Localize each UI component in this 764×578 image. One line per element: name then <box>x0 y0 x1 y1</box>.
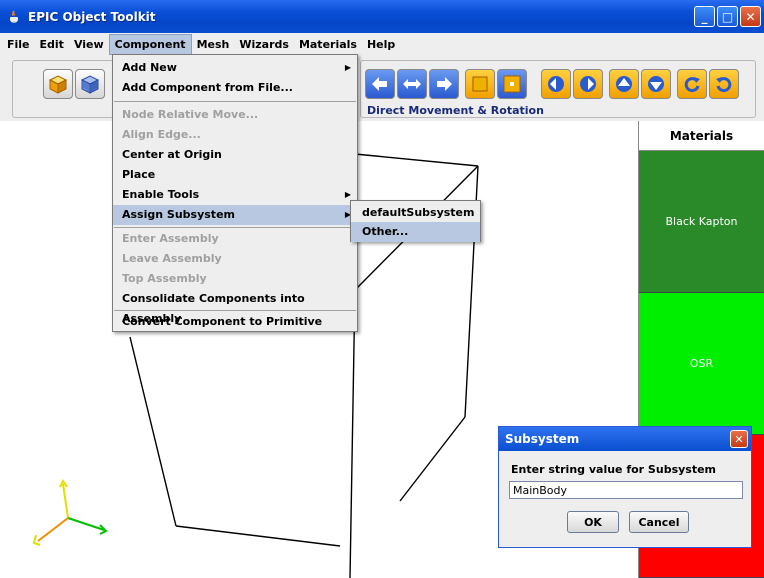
axis-gizmo <box>32 479 108 546</box>
arrow-both-icon <box>403 79 421 89</box>
move-horizontal-button[interactable] <box>397 69 427 99</box>
scale-down-button[interactable] <box>497 69 527 99</box>
menu-item-add-new[interactable]: Add New ▶ <box>113 58 357 78</box>
move-right-button[interactable] <box>429 69 459 99</box>
arrow-right-icon <box>437 77 452 91</box>
menu-item-add-component-from-file[interactable]: Add Component from File... <box>113 78 357 98</box>
material-osr[interactable]: OSR <box>639 293 764 435</box>
submenu-arrow-icon: ▶ <box>344 63 351 72</box>
menu-item-center-at-origin[interactable]: Center at Origin <box>113 145 357 165</box>
menu-item-align-edge[interactable]: Align Edge... <box>113 125 357 145</box>
dialog-prompt: Enter string value for Subsystem <box>511 463 717 476</box>
solid-view-button[interactable] <box>43 69 73 99</box>
arrow-left-icon <box>372 77 387 91</box>
cancel-button[interactable]: Cancel <box>629 511 689 533</box>
rotate-left-icon <box>548 76 564 92</box>
rotate-cw-button[interactable] <box>709 69 739 99</box>
view-mode-toolbar-group <box>12 60 122 118</box>
material-label: OSR <box>689 357 714 370</box>
menu-help[interactable]: Help <box>362 35 400 54</box>
close-button[interactable]: ✕ <box>740 6 761 27</box>
materials-header: Materials <box>639 121 764 151</box>
menu-item-convert-to-primitive[interactable]: Convert Component to Primitive <box>113 312 357 332</box>
rotate-right-icon <box>580 76 596 92</box>
rotate-x-pos-button[interactable] <box>573 69 603 99</box>
menu-item-enable-tools[interactable]: Enable Tools ▶ <box>113 185 357 205</box>
rotate-ccw-button[interactable] <box>677 69 707 99</box>
subsystem-dialog: Subsystem ✕ Enter string value for Subsy… <box>498 426 752 548</box>
direct-movement-label: Direct Movement & Rotation <box>367 104 544 117</box>
dialog-titlebar[interactable]: Subsystem ✕ <box>499 427 751 451</box>
rotate-x-neg-button[interactable] <box>541 69 571 99</box>
rotate-y-pos-button[interactable] <box>641 69 671 99</box>
dialog-title: Subsystem <box>505 432 580 446</box>
scale-up-button[interactable] <box>465 69 495 99</box>
rotate-ccw-icon <box>684 77 700 93</box>
menu-item-consolidate-components[interactable]: Consolidate Components into Assembly <box>113 289 357 325</box>
maximize-button[interactable]: □ <box>717 6 738 27</box>
java-app-icon <box>10 10 18 23</box>
wireframe-view-button[interactable] <box>75 69 105 99</box>
minimize-button[interactable]: _ <box>694 6 715 27</box>
menu-separator <box>114 101 356 102</box>
solid-cube-icon <box>48 75 68 94</box>
menu-file[interactable]: File <box>2 35 35 54</box>
menu-bar: File Edit View Component Mesh Wizards Ma… <box>0 33 764 55</box>
menu-wizards[interactable]: Wizards <box>234 35 294 54</box>
wireframe-cube-icon <box>80 75 100 94</box>
rotate-up-icon <box>616 76 632 92</box>
material-black-kapton[interactable]: Black Kapton <box>639 151 764 293</box>
menu-item-leave-assembly[interactable]: Leave Assembly <box>113 249 357 269</box>
ok-button[interactable]: OK <box>567 511 619 533</box>
menu-component[interactable]: Component <box>108 33 192 55</box>
submenu-item-other[interactable]: Other... <box>351 222 480 242</box>
menu-materials[interactable]: Materials <box>294 35 362 54</box>
menu-item-place[interactable]: Place <box>113 165 357 185</box>
rotate-down-icon <box>648 76 664 92</box>
menu-separator <box>114 310 356 311</box>
menu-item-assign-subsystem[interactable]: Assign Subsystem ▶ <box>113 205 357 225</box>
submenu-item-default-subsystem[interactable]: defaultSubsystem <box>351 203 480 223</box>
menu-separator <box>114 227 356 228</box>
menu-item-top-assembly[interactable]: Top Assembly <box>113 269 357 289</box>
rotate-cw-icon <box>716 77 732 93</box>
rotate-y-neg-button[interactable] <box>609 69 639 99</box>
menu-view[interactable]: View <box>69 35 109 54</box>
material-label: Black Kapton <box>665 215 738 228</box>
window-title: EPIC Object Toolkit <box>28 9 156 24</box>
close-icon: ✕ <box>734 432 744 446</box>
move-left-button[interactable] <box>365 69 395 99</box>
menu-mesh[interactable]: Mesh <box>192 35 235 54</box>
menu-edit[interactable]: Edit <box>35 35 69 54</box>
square-small-icon <box>503 75 521 93</box>
menu-item-enter-assembly[interactable]: Enter Assembly <box>113 229 357 249</box>
square-large-icon <box>472 76 488 92</box>
subsystem-submenu: defaultSubsystem Other... <box>350 200 481 242</box>
menu-item-node-relative-move[interactable]: Node Relative Move... <box>113 105 357 125</box>
component-menu: Add New ▶ Add Component from File... Node… <box>112 54 358 332</box>
window-titlebar[interactable]: EPIC Object Toolkit _ □ ✕ <box>0 0 764 33</box>
subsystem-input[interactable] <box>509 481 743 499</box>
dialog-close-button[interactable]: ✕ <box>730 430 748 448</box>
